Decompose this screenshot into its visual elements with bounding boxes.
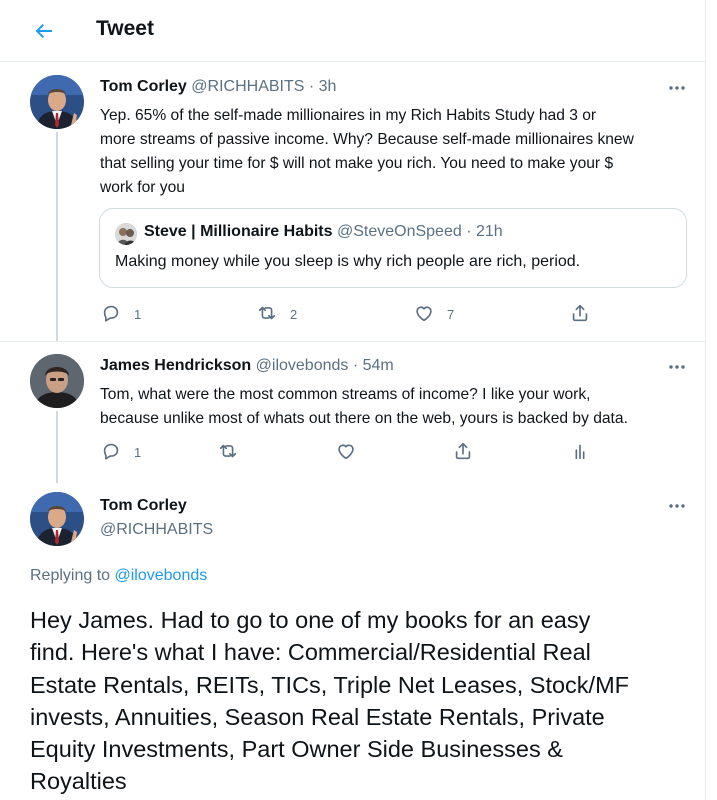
reply-button[interactable]: 1 — [100, 440, 141, 464]
quote-author-name: Steve | Millionaire Habits — [144, 223, 333, 240]
thread-connector — [56, 132, 58, 342]
retweet-button[interactable]: 2 — [256, 302, 297, 326]
avatar[interactable] — [30, 492, 84, 546]
tweet-text-line: that selling your time for $ will not ma… — [100, 155, 614, 172]
like-count: 7 — [447, 306, 455, 322]
like-button[interactable] — [335, 440, 357, 464]
tweet-time[interactable]: · 54m — [353, 357, 394, 374]
tweet-meta: Tom Corley @RICHHABITS · 3h — [100, 78, 336, 96]
replying-to-link[interactable]: @ilovebonds — [115, 567, 208, 584]
quote-author-handle: @SteveOnSpeed — [336, 223, 462, 240]
main-text-line: Estate Rentals, REITs, TICs, Triple Net … — [30, 671, 630, 698]
author-name[interactable]: James Hendrickson — [100, 357, 251, 374]
author-name[interactable]: Tom Corley — [100, 497, 187, 515]
tweet-actions: 1 2 7 — [100, 302, 620, 326]
main-tweet-text: Hey James. Had to go to one of my books … — [30, 604, 690, 798]
avatar[interactable] — [30, 354, 84, 408]
reply-icon — [100, 440, 122, 465]
back-arrow-icon[interactable] — [32, 19, 56, 43]
page-title: Tweet — [96, 17, 154, 40]
reply-count: 1 — [134, 444, 142, 460]
tweet-text-line: Yep. 65% of the self-made millionaires i… — [100, 107, 597, 124]
more-icon[interactable] — [666, 498, 688, 514]
main-text-line: Royalties — [30, 768, 127, 795]
quoted-tweet[interactable]: Steve | Millionaire Habits @SteveOnSpeed… — [99, 208, 687, 288]
author-name[interactable]: Tom Corley — [100, 78, 187, 95]
tweet-text-line: more streams of passive income. Why? Bec… — [100, 131, 634, 148]
like-button[interactable]: 7 — [413, 302, 454, 326]
retweet-count: 2 — [290, 306, 298, 322]
tweet-text-line: Tom, what were the most common streams o… — [100, 386, 591, 403]
more-icon[interactable] — [666, 359, 688, 375]
more-icon[interactable] — [666, 80, 688, 96]
author-handle[interactable]: @ilovebonds — [256, 357, 349, 374]
like-icon — [335, 440, 357, 465]
tweet-thread-frame: Tweet Tom Corley @RICHHABITS · 3h Yep. 6… — [0, 0, 706, 800]
reply-count: 1 — [134, 306, 142, 322]
thread-connector — [56, 411, 58, 483]
retweet-icon — [256, 302, 278, 327]
page-header: Tweet — [0, 0, 706, 62]
retweet-icon — [217, 440, 239, 465]
retweet-button[interactable] — [217, 440, 239, 464]
tweet-text: Yep. 65% of the self-made millionaires i… — [100, 104, 634, 200]
tweet-meta: James Hendrickson @ilovebonds · 54m — [100, 357, 394, 375]
like-icon — [413, 302, 435, 327]
quote-text: Making money while you sleep is why rich… — [115, 253, 581, 270]
quote-meta: Steve | Millionaire Habits @SteveOnSpeed… — [144, 223, 503, 241]
author-handle[interactable]: @RICHHABITS — [100, 521, 213, 539]
replying-to: Replying to @ilovebonds — [30, 567, 207, 585]
main-text-line: invests, Annuities, Season Real Estate R… — [30, 703, 605, 730]
main-text-line: Equity Investments, Part Owner Side Busi… — [30, 736, 563, 763]
avatar[interactable] — [30, 75, 84, 129]
replying-prefix: Replying to — [30, 567, 111, 584]
quote-time: · 21h — [466, 223, 503, 240]
tweet-text: Tom, what were the most common streams o… — [100, 383, 628, 431]
tweet-time[interactable]: · 3h — [309, 78, 337, 95]
analytics-icon — [569, 440, 591, 465]
share-button[interactable] — [452, 440, 474, 464]
divider — [0, 341, 706, 342]
share-icon — [569, 302, 591, 327]
share-icon — [452, 440, 474, 465]
tweet-text-line: because unlike most of whats out there o… — [100, 410, 628, 427]
author-handle[interactable]: @RICHHABITS — [191, 78, 304, 95]
main-text-line: find. Here's what I have: Commercial/Res… — [30, 639, 591, 666]
reply-button[interactable]: 1 — [100, 302, 141, 326]
main-text-line: Hey James. Had to go to one of my books … — [30, 607, 591, 633]
reply-icon — [100, 302, 122, 327]
quote-avatar — [115, 223, 137, 245]
analytics-button[interactable] — [569, 440, 591, 464]
tweet-actions: 1 — [100, 440, 620, 464]
tweet-text-line: work for you — [100, 179, 185, 196]
share-button[interactable] — [569, 302, 591, 326]
